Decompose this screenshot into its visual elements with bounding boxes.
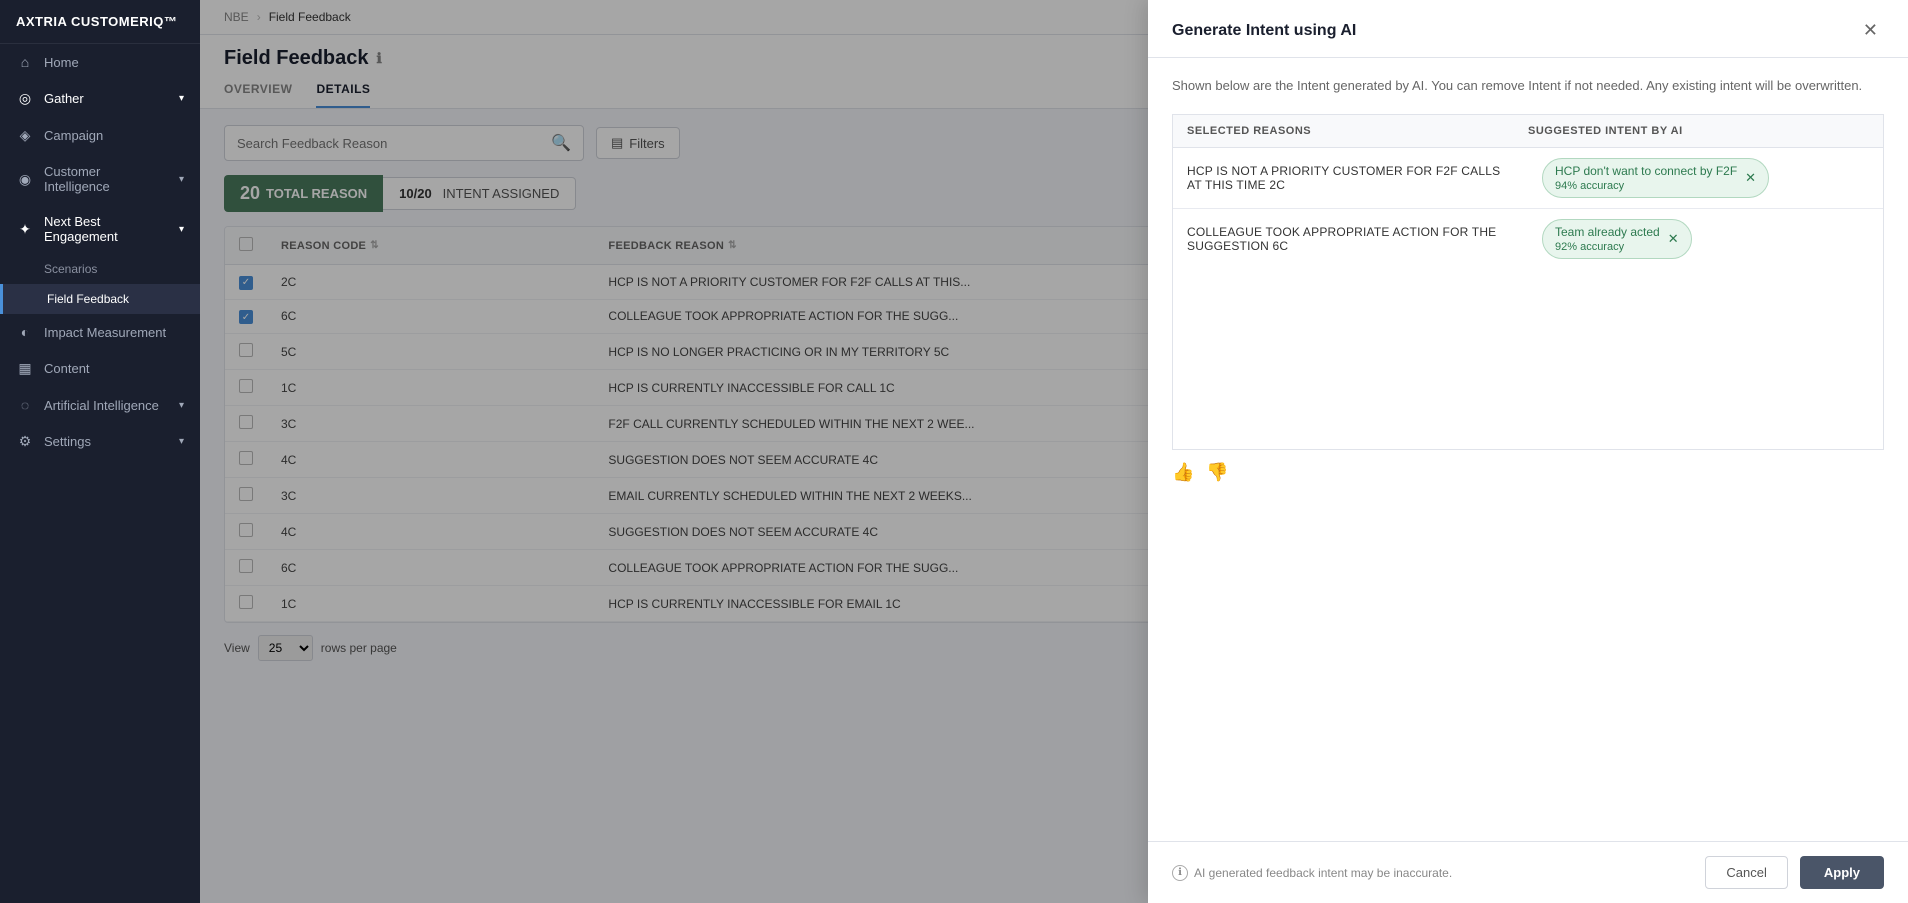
sidebar-item-artificial-intelligence[interactable]: ◌ Artificial Intelligence ▾ [0, 387, 200, 423]
sidebar-item-gather[interactable]: ◎ Gather ▾ [0, 80, 200, 117]
campaign-icon: ◈ [16, 127, 34, 144]
chevron-down-icon: ▾ [179, 174, 184, 185]
nbe-icon: ✦ [16, 221, 34, 238]
generate-intent-modal: Generate Intent using AI ✕ Shown below a… [1148, 0, 1908, 903]
sidebar-item-label: Next Best Engagement [44, 214, 169, 244]
modal-footer: ℹ AI generated feedback intent may be in… [1148, 841, 1908, 903]
intent-tag-remove-button[interactable]: ✕ [1745, 171, 1756, 184]
sidebar-item-content[interactable]: ▦ Content [0, 350, 200, 387]
sidebar-item-customer-intelligence[interactable]: ◉ Customer Intelligence ▾ [0, 154, 200, 204]
sidebar-logo: AXTRIA CUSTOMERIQ™ [0, 0, 200, 44]
impact-icon: ◐ [16, 324, 34, 340]
modal-description: Shown below are the Intent generated by … [1172, 76, 1884, 96]
thumbs-up-button[interactable]: 👍 [1172, 462, 1194, 483]
apply-button[interactable]: Apply [1800, 856, 1884, 889]
intent-reason-cell: COLLEAGUE TOOK APPROPRIATE ACTION FOR TH… [1173, 213, 1528, 265]
footer-actions: Cancel Apply [1705, 856, 1884, 889]
sidebar-item-label: Home [44, 55, 184, 70]
sidebar-item-label: Impact Measurement [44, 325, 184, 340]
suggested-intent-header: SUGGESTED INTENT BY AI [1528, 125, 1869, 137]
intent-tag: Team already acted92% accuracy ✕ [1542, 219, 1692, 259]
intent-tag-remove-button[interactable]: ✕ [1668, 232, 1679, 245]
intent-row: HCP IS NOT A PRIORITY CUSTOMER FOR F2F C… [1173, 148, 1883, 209]
sidebar-item-campaign[interactable]: ◈ Campaign [0, 117, 200, 154]
footer-note: ℹ AI generated feedback intent may be in… [1172, 865, 1452, 881]
home-icon: ⌂ [16, 54, 34, 70]
cancel-button[interactable]: Cancel [1705, 856, 1787, 889]
sidebar-item-home[interactable]: ⌂ Home [0, 44, 200, 80]
sidebar-item-label: Campaign [44, 128, 184, 143]
sidebar-item-impact-measurement[interactable]: ◐ Impact Measurement [0, 314, 200, 350]
sidebar-item-label: Settings [44, 434, 169, 449]
customer-intelligence-icon: ◉ [16, 171, 34, 188]
intent-tag: HCP don't want to connect by F2F94% accu… [1542, 158, 1769, 198]
sidebar: AXTRIA CUSTOMERIQ™ ⌂ Home ◎ Gather ▾ ◈ C… [0, 0, 200, 903]
footer-info-icon: ℹ [1172, 865, 1188, 881]
sidebar-sub-item-scenarios[interactable]: Scenarios [0, 254, 200, 284]
sidebar-item-label: Customer Intelligence [44, 164, 169, 194]
intent-tag-cell: HCP don't want to connect by F2F94% accu… [1528, 148, 1883, 208]
intent-tag-text: Team already acted92% accuracy [1555, 225, 1660, 253]
content-icon: ▦ [16, 360, 34, 377]
chevron-down-icon: ▾ [179, 93, 184, 104]
sidebar-sub-item-field-feedback[interactable]: Field Feedback [0, 284, 200, 314]
main-content: NBE › Field Feedback Field Feedback ℹ OV… [200, 0, 1908, 903]
chevron-down-icon: ▾ [179, 400, 184, 411]
intent-tag-cell: Team already acted92% accuracy ✕ [1528, 209, 1883, 269]
intent-tag-text: HCP don't want to connect by F2F94% accu… [1555, 164, 1737, 192]
settings-icon: ⚙ [16, 433, 34, 450]
ai-icon: ◌ [16, 397, 34, 413]
modal-header: Generate Intent using AI ✕ [1148, 0, 1908, 58]
chevron-down-icon: ▾ [179, 224, 184, 235]
sidebar-item-settings[interactable]: ⚙ Settings ▾ [0, 423, 200, 460]
modal-title: Generate Intent using AI [1172, 22, 1356, 40]
thumbs-down-button[interactable]: 👎 [1206, 462, 1228, 483]
intent-row: COLLEAGUE TOOK APPROPRIATE ACTION FOR TH… [1173, 209, 1883, 269]
intent-table-header: SELECTED REASONS SUGGESTED INTENT BY AI [1173, 115, 1883, 148]
sidebar-item-label: Artificial Intelligence [44, 398, 169, 413]
logo-text: AXTRIA CUSTOMERIQ™ [16, 14, 177, 29]
intent-reason-cell: HCP IS NOT A PRIORITY CUSTOMER FOR F2F C… [1173, 152, 1528, 204]
intent-empty-area [1173, 269, 1883, 449]
chevron-down-icon: ▾ [179, 436, 184, 447]
intent-table: SELECTED REASONS SUGGESTED INTENT BY AI … [1172, 114, 1884, 450]
sidebar-item-label: Content [44, 361, 184, 376]
intent-rows: HCP IS NOT A PRIORITY CUSTOMER FOR F2F C… [1173, 148, 1883, 269]
footer-note-text: AI generated feedback intent may be inac… [1194, 866, 1452, 880]
modal-overlay: Generate Intent using AI ✕ Shown below a… [200, 0, 1908, 903]
modal-close-button[interactable]: ✕ [1857, 18, 1884, 43]
modal-body: Shown below are the Intent generated by … [1148, 58, 1908, 841]
sidebar-item-next-best-engagement[interactable]: ✦ Next Best Engagement ▾ [0, 204, 200, 254]
gather-icon: ◎ [16, 90, 34, 107]
sidebar-item-label: Gather [44, 91, 169, 106]
feedback-icons-bar: 👍 👎 [1172, 450, 1884, 495]
selected-reasons-header: SELECTED REASONS [1187, 125, 1528, 137]
